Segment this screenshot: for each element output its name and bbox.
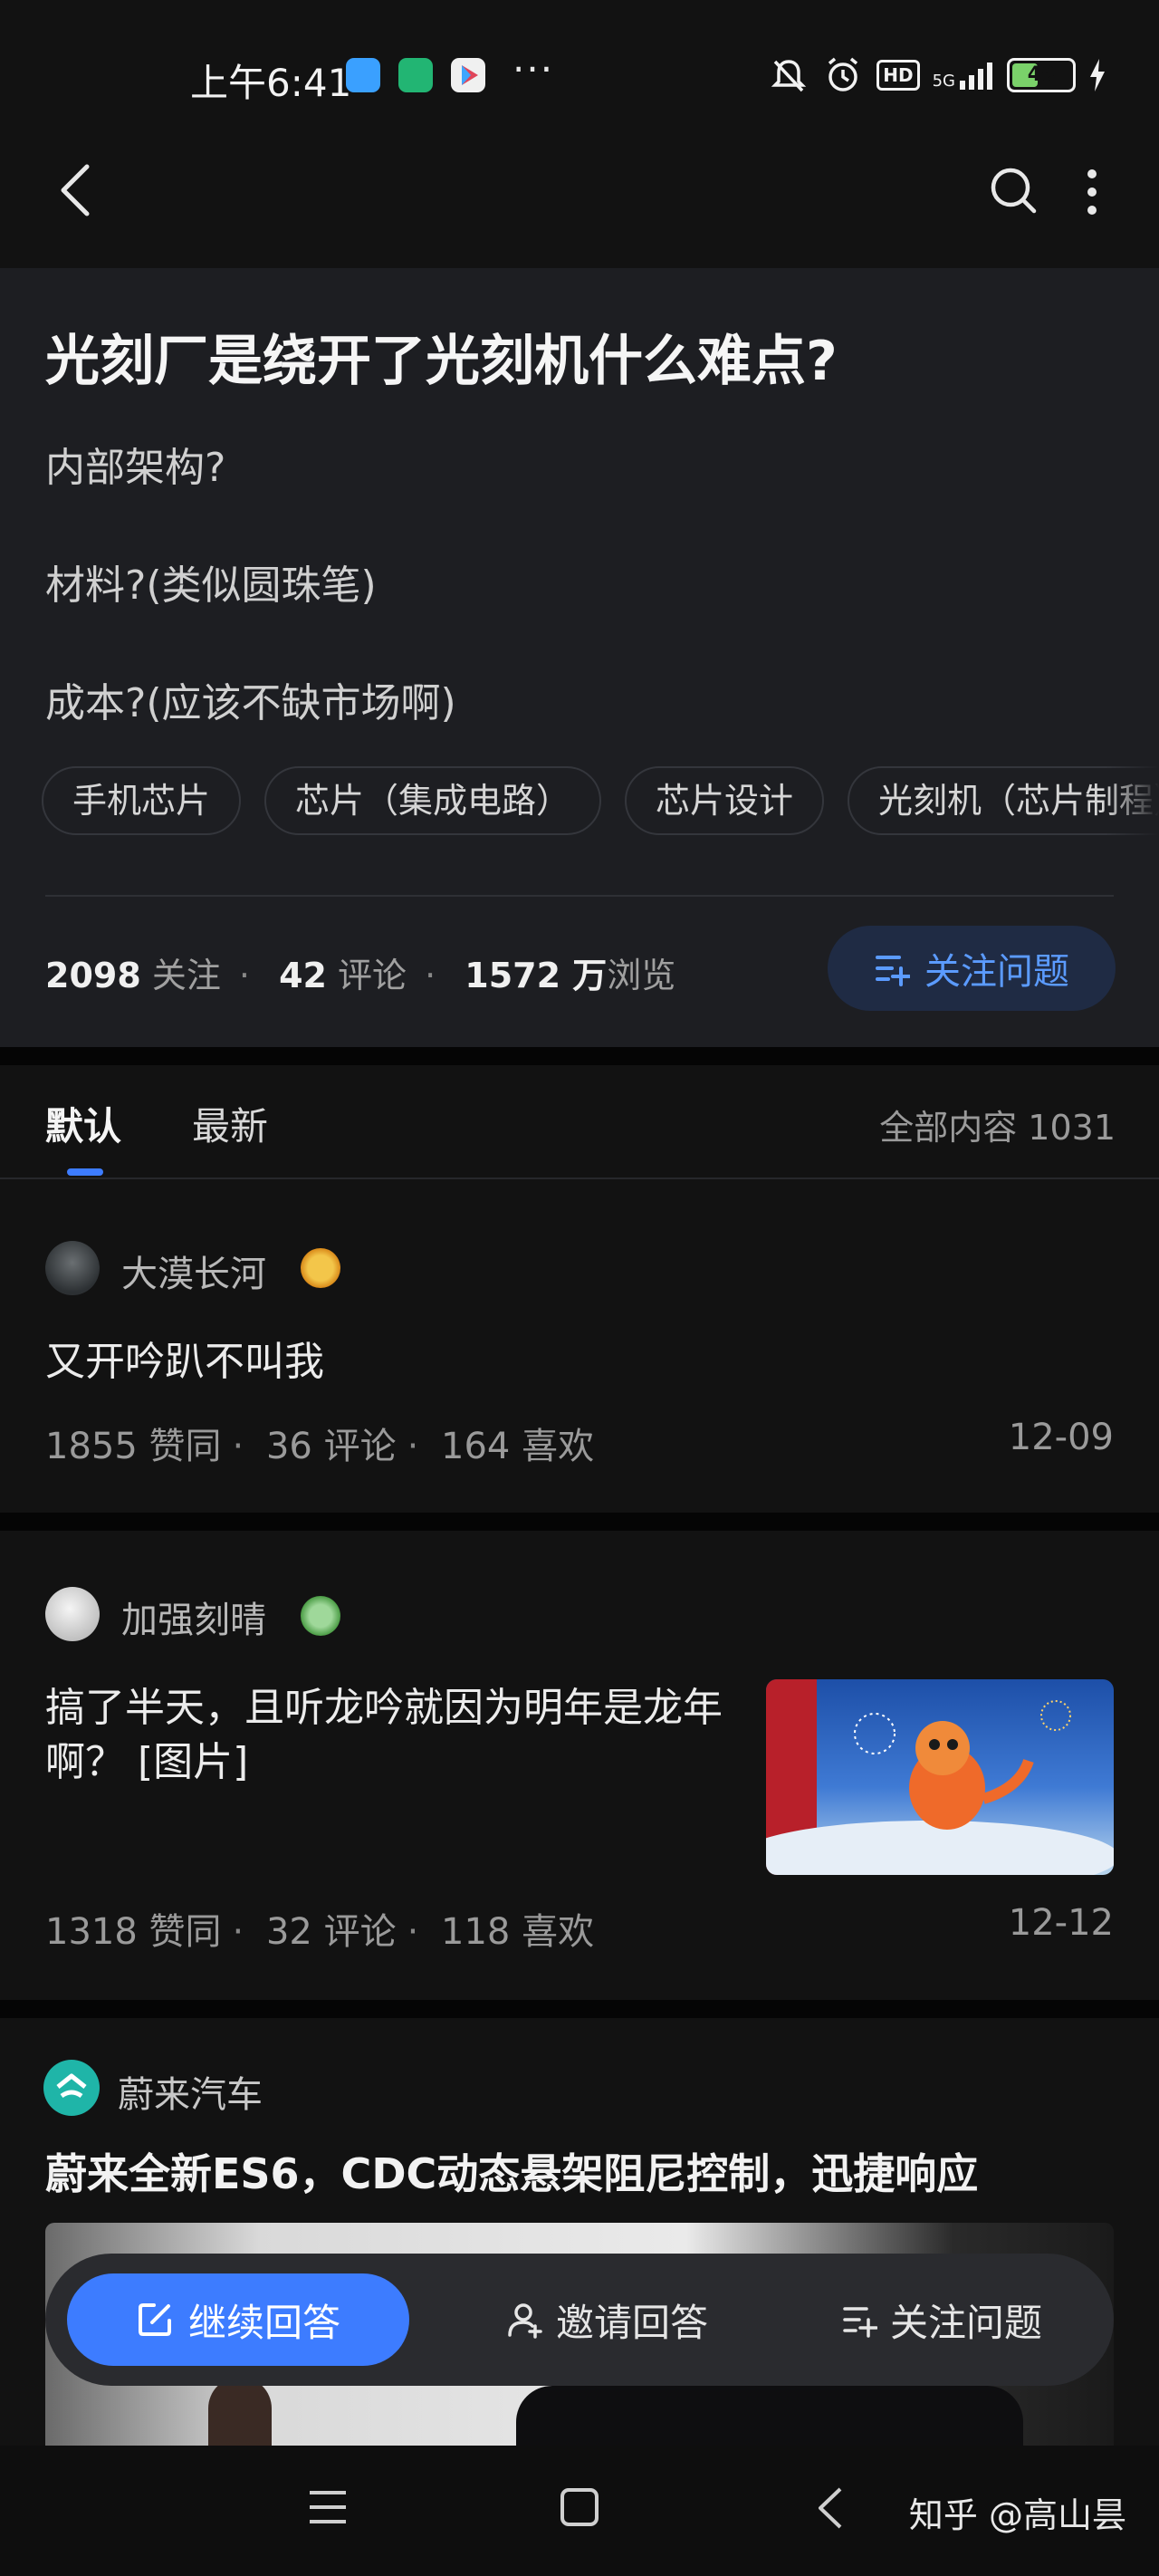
answer-thumbnail-image[interactable]: [766, 1679, 1114, 1875]
answer-excerpt[interactable]: 搞了半天，且听龙吟就因为明年是龙年啊？ [图片]: [45, 1681, 742, 1790]
avatar[interactable]: [45, 1241, 100, 1295]
follow-question-button[interactable]: 关注问题: [828, 926, 1116, 1011]
comments-label: 评论: [323, 1911, 397, 1953]
likes-label: 赞同: [148, 1911, 222, 1953]
home-square-icon[interactable]: [560, 2487, 599, 2527]
app-notification-icon: [346, 58, 380, 92]
question-detail-line: 材料?(类似圆珠笔): [45, 562, 377, 609]
follow-list-icon: [843, 2307, 877, 2338]
play-store-icon: [451, 58, 485, 92]
favorites-label: 喜欢: [522, 1426, 595, 1467]
comments-count: 42: [279, 956, 327, 995]
tab-active-indicator: [67, 1168, 103, 1176]
views-label: 浏览: [607, 956, 676, 995]
author-badge-icon: [301, 1596, 340, 1636]
comments-count: 32: [265, 1911, 312, 1953]
alarm-icon: [829, 57, 858, 91]
shield-app-icon: [398, 58, 433, 92]
followers-count: 2098: [45, 956, 141, 995]
answer-meta: 1855 赞同 · 36 评论 · 164 喜欢: [45, 1426, 595, 1467]
answer-author[interactable]: 大漠长河: [121, 1245, 266, 1297]
continue-answer-label: 继续回答: [187, 2300, 340, 2345]
topic-chip[interactable]: 芯片设计: [625, 766, 825, 835]
edit-icon: [138, 2303, 171, 2336]
follow-question-bottom-button[interactable]: 关注问题: [797, 2273, 1087, 2366]
question-detail-line: 成本?(应该不缺市场啊): [45, 680, 456, 726]
zhihu-watermark: 知乎 @高山昙: [908, 2495, 1126, 2535]
total-content-count: 全部内容 1031: [879, 1108, 1116, 1148]
likes-count: 1855: [45, 1426, 138, 1467]
favorites-label: 喜欢: [522, 1911, 595, 1953]
hd-voice-icon: HD: [876, 60, 920, 91]
answer-excerpt[interactable]: 又开吟趴不叫我: [45, 1335, 324, 1389]
search-icon[interactable]: [989, 166, 1038, 215]
battery-icon: 49: [1007, 58, 1076, 92]
author-badge-icon: [301, 1248, 340, 1288]
menu-icon[interactable]: [308, 2489, 348, 2525]
section-gap: [0, 1047, 1159, 1065]
ad-title[interactable]: 蔚来全新ES6，CDC动态悬架阻尼控制，迅捷响应: [45, 2141, 978, 2201]
mute-bell-icon: [771, 60, 807, 92]
favorites-count: 118: [441, 1911, 511, 1953]
answer-date: 12-12: [1008, 1902, 1114, 1944]
question-stats: 2098 关注 · 42 评论 · 1572 万浏览: [45, 956, 676, 995]
followers-label: 关注: [151, 956, 221, 995]
more-vertical-icon[interactable]: [1081, 167, 1103, 217]
tab-latest[interactable]: 最新: [192, 1096, 268, 1151]
comments-label: 评论: [323, 1426, 397, 1467]
topic-chip[interactable]: 手机芯片: [42, 766, 242, 835]
follow-list-icon: [876, 956, 910, 986]
favorites-count: 164: [441, 1426, 511, 1467]
system-status-icons: HD 5G 49: [768, 54, 1106, 96]
more-notifications-icon: ···: [512, 47, 555, 91]
follow-question-bottom-label: 关注问题: [889, 2300, 1042, 2345]
person-icon: [508, 2303, 542, 2339]
topic-fade-overlay: [1105, 766, 1159, 835]
divider: [45, 895, 1114, 897]
back-arrow-icon[interactable]: [56, 163, 92, 217]
follow-question-label: 关注问题: [924, 951, 1069, 993]
question-detail-line: 内部架构?: [45, 445, 226, 491]
avatar[interactable]: [45, 1587, 100, 1641]
comments-label: 评论: [338, 956, 407, 995]
answer-date: 12-09: [1008, 1417, 1114, 1458]
signal-5g-icon: 5G: [933, 61, 994, 90]
charging-bolt-icon: [1090, 59, 1105, 91]
topic-list: 手机芯片 芯片（集成电路） 芯片设计 光刻机（芯片制程）: [42, 766, 1159, 835]
invite-answer-button[interactable]: 邀请回答: [471, 2273, 742, 2366]
comments-count: 36: [265, 1426, 312, 1467]
answer-meta: 1318 赞同 · 32 评论 · 118 喜欢: [45, 1911, 595, 1953]
likes-count: 1318: [45, 1911, 138, 1953]
status-time: 上午6:41: [190, 61, 352, 105]
ad-brand-name[interactable]: 蔚来汽车: [118, 2065, 263, 2118]
likes-label: 赞同: [148, 1426, 222, 1467]
back-chevron-icon[interactable]: [815, 2485, 846, 2531]
question-title: 光刻厂是绕开了光刻机什么难点?: [45, 330, 838, 393]
tab-default[interactable]: 默认: [45, 1096, 121, 1151]
section-gap: [0, 2000, 1159, 2018]
views-count: 1572 万: [465, 956, 608, 995]
answer-author[interactable]: 加强刻晴: [121, 1591, 266, 1643]
topic-chip[interactable]: 芯片（集成电路）: [264, 766, 602, 835]
continue-answer-button[interactable]: 继续回答: [67, 2273, 409, 2366]
invite-answer-label: 邀请回答: [555, 2300, 708, 2345]
section-gap: [0, 1513, 1159, 1531]
brand-logo-icon: [43, 2060, 100, 2116]
